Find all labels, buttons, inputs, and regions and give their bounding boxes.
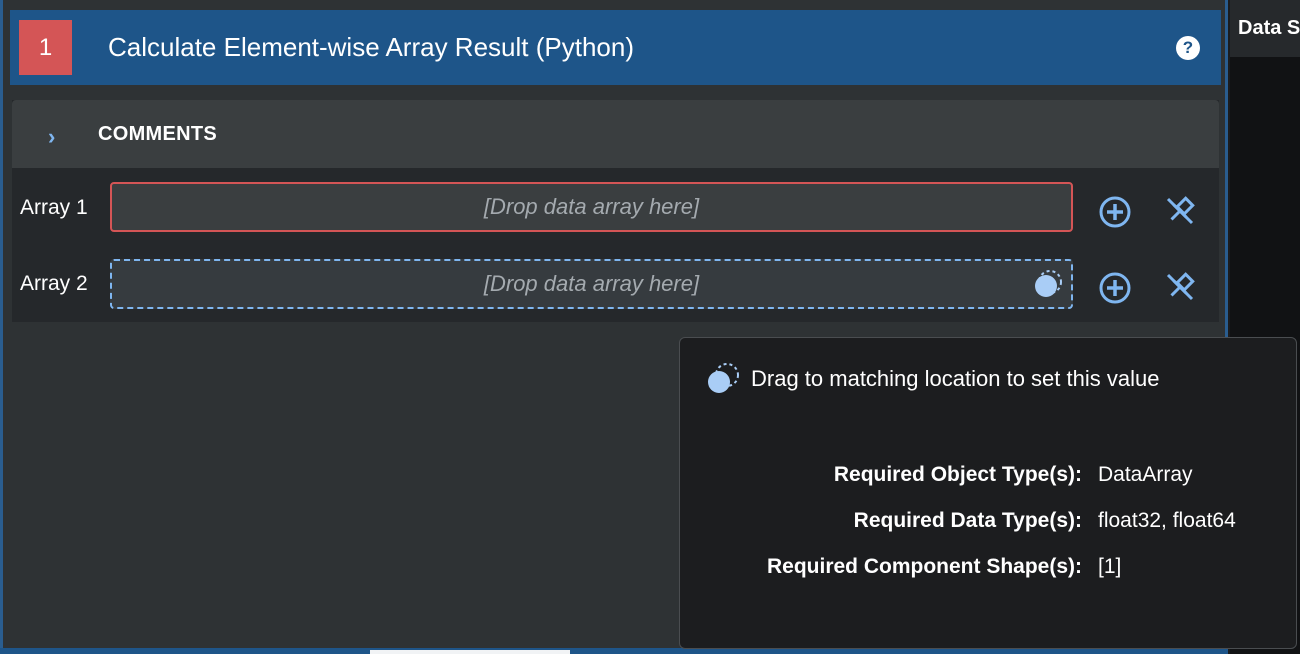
filter-header: 1 Calculate Element-wise Array Result (P… (10, 10, 1221, 85)
tooltip-value-data-type: float32, float64 (1098, 509, 1236, 532)
unpin-icon[interactable] (1162, 193, 1198, 229)
unpin-icon[interactable] (1162, 269, 1198, 305)
array-1-label: Array 1 (20, 196, 88, 219)
tooltip-message: Drag to matching location to set this va… (751, 366, 1160, 391)
help-question-icon[interactable]: ? (1176, 36, 1200, 60)
chevron-right-icon[interactable]: › (48, 124, 55, 150)
tooltip-key-component-shape: Required Component Shape(s): (766, 555, 1082, 578)
drag-handle-icon[interactable] (1033, 269, 1063, 299)
array-1-drop-zone[interactable]: [Drop data array here] (110, 182, 1073, 232)
add-circle-icon[interactable] (1097, 270, 1133, 306)
array-2-drop-zone[interactable]: [Drop data array here] (110, 259, 1073, 309)
drag-tooltip: Drag to matching location to set this va… (679, 337, 1297, 649)
filter-title: Calculate Element-wise Array Result (Pyt… (108, 32, 634, 62)
data-structure-tab[interactable]: Data S (1230, 0, 1300, 57)
filter-index-badge: 1 (19, 20, 72, 75)
array-2-label: Array 2 (20, 272, 88, 295)
comments-label: COMMENTS (98, 123, 218, 145)
data-structure-tab-label: Data S (1238, 17, 1300, 39)
add-circle-icon[interactable] (1097, 194, 1133, 230)
drag-handle-icon (708, 363, 739, 393)
comments-toggle[interactable]: › COMMENTS (12, 100, 1219, 168)
array-1-placeholder: [Drop data array here] (483, 194, 700, 219)
array-2-placeholder: [Drop data array here] (483, 271, 700, 296)
tooltip-key-object-type: Required Object Type(s): (833, 463, 1082, 486)
tooltip-value-component-shape: [1] (1098, 555, 1122, 578)
tooltip-value-object-type: DataArray (1098, 463, 1193, 486)
panel-bottom-highlight (370, 650, 570, 654)
tooltip-key-data-type: Required Data Type(s): (853, 509, 1082, 532)
